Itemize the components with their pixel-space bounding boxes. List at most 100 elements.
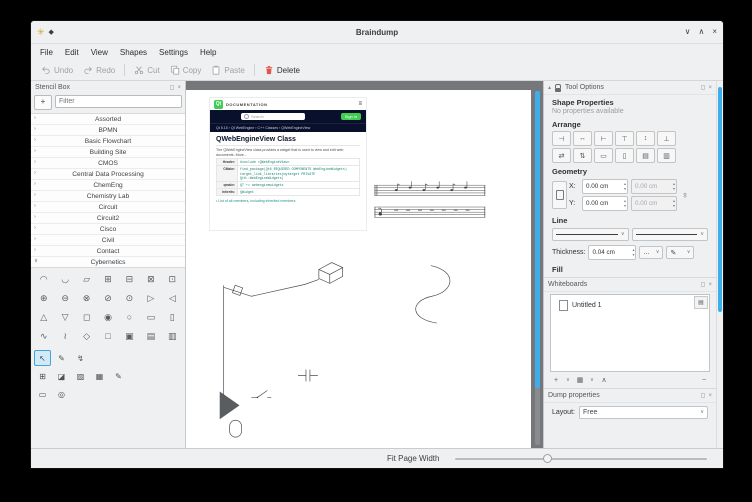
speaker-symbol[interactable] [220,391,240,419]
float-icon[interactable]: ◻ [701,85,706,91]
stencil-shape[interactable]: ▽ [54,308,75,326]
stencil-section-central-data-processing[interactable]: ›Central Data Processing [31,169,185,180]
capacitor-symbol[interactable] [298,370,318,382]
stencil-shape[interactable]: ⊙ [119,289,140,307]
tool-options-header[interactable]: ▴ Tool Options ◻ × [544,81,716,95]
box-3d-shape[interactable] [319,263,343,284]
panel-vertical-scrollbar[interactable] [716,81,723,448]
group-button[interactable]: ▭ [594,148,613,163]
line-cap-select[interactable]: ✎ ∨ [666,246,694,259]
sine-curve-shape[interactable] [416,266,450,324]
stencil-shape[interactable]: ▤ [140,327,161,345]
stencil-shape[interactable]: □ [97,327,118,345]
stencil-shape[interactable]: ⊟ [119,270,140,288]
paste-button[interactable]: Paste [207,63,248,77]
stencil-section-contact[interactable]: ›Contact [31,246,185,257]
pencil-tool[interactable]: ✎ [110,368,127,384]
move-up-button[interactable]: ∧ [600,376,608,384]
stencil-section-circuit2[interactable]: ›Circuit2 [31,213,185,224]
maximize-button[interactable]: ∧ [698,28,704,36]
undo-button[interactable]: Undo [37,63,77,77]
grid-tool[interactable]: ⊞ [34,368,51,384]
close-icon[interactable]: × [708,282,712,288]
eraser-tool[interactable]: ◪ [53,368,70,384]
gradient-tool[interactable]: ▨ [72,368,89,384]
add-stencil-button[interactable]: + [34,95,52,110]
stencil-section-civil[interactable]: ›Civil [31,235,185,246]
stencil-shape[interactable]: ≀ [54,327,75,345]
lock-icon[interactable] [554,84,562,92]
dock-up-icon[interactable]: ▴ [548,85,551,91]
select-tool[interactable]: ↖ [34,350,51,366]
filter-input[interactable] [55,95,182,108]
stencil-shape[interactable]: ⊘ [97,289,118,307]
add-whiteboard-button[interactable]: + [552,377,560,384]
stencil-shape[interactable]: ⊗ [76,289,97,307]
canvas-vertical-scrollbar[interactable] [535,91,540,445]
align-center-h-button[interactable]: ↔ [573,131,592,146]
redo-button[interactable]: Redo [79,63,119,77]
stencil-section-bpmn[interactable]: ›BPMN [31,125,185,136]
ungroup-button[interactable]: ▯ [615,148,634,163]
distribute-h-button[interactable]: ⇄ [552,148,571,163]
stencil-section-circuit[interactable]: ›Circuit [31,202,185,213]
line-end-style-select[interactable]: ∨ [632,228,709,241]
float-icon[interactable]: ◻ [170,85,175,91]
stencil-shape[interactable]: ○ [119,308,140,326]
cut-button[interactable]: Cut [130,63,163,77]
align-bottom-button[interactable]: ⊥ [657,131,676,146]
dump-properties-header[interactable]: Dump properties ◻ × [544,388,716,403]
stencil-shape[interactable]: ◁ [162,289,183,307]
menu-help[interactable]: Help [195,47,221,58]
stencil-section-cisco[interactable]: ›Cisco [31,224,185,235]
minimize-button[interactable]: ∨ [685,28,691,36]
thickness-input[interactable]: ▴▾ [588,245,636,260]
whiteboard-page[interactable]: Qt DOCUMENTATION ≡ Search Sign in Qt 5.1… [186,90,531,448]
stencil-box-header[interactable]: Stencil Box ◻ × [31,81,185,94]
stencil-section-building-site[interactable]: ›Building Site [31,147,185,158]
align-right-button[interactable]: ⊢ [594,131,613,146]
spinner-arrows[interactable]: ▴▾ [624,197,626,210]
x-position-input[interactable]: ▴▾ [582,179,628,194]
stencil-shape[interactable]: ⊠ [140,270,161,288]
spinner-arrows[interactable]: ▴▾ [624,180,626,193]
remove-whiteboard-button[interactable]: − [700,377,708,384]
copy-button[interactable]: Copy [166,63,206,77]
align-middle-button[interactable]: ↕ [636,131,655,146]
add-options-caret[interactable]: ∨ [564,378,572,383]
list-view-button[interactable]: ▤ [694,296,708,309]
stencil-shape[interactable]: ▭ [140,308,161,326]
freehand-tool[interactable]: ✎ [53,350,70,366]
align-left-button[interactable]: ⊣ [552,131,571,146]
close-icon[interactable]: × [177,85,181,91]
line-start-style-select[interactable]: ∨ [552,228,629,241]
stencil-section-chemeng[interactable]: ›ChemEng [31,180,185,191]
y-value[interactable] [583,200,627,207]
pin-icon[interactable]: ◆ [49,29,54,36]
stencil-shape[interactable]: ▥ [162,327,183,345]
bring-front-button[interactable]: ▤ [636,148,655,163]
layout-select[interactable]: Free ∨ [579,406,708,419]
stencil-shape[interactable]: ⊖ [54,289,75,307]
stencil-shape[interactable]: ▷ [140,289,161,307]
stencil-section-cmos[interactable]: ›CMOS [31,158,185,169]
stencil-section-basic-flowchart[interactable]: ›Basic Flowchart [31,136,185,147]
capsule-symbol[interactable] [230,420,242,437]
stencil-shape[interactable]: ◉ [97,308,118,326]
dash-pattern-select[interactable]: ... ∨ [639,246,663,259]
pattern-tool[interactable]: ▦ [91,368,108,384]
stencil-shape[interactable]: ⊡ [162,270,183,288]
delete-button[interactable]: Delete [260,63,304,77]
zoom-slider[interactable] [455,458,707,460]
titlebar[interactable]: ✳ ◆ Braindump ∨ ∧ × [31,21,723,44]
position-anchor-widget[interactable] [552,181,567,209]
close-button[interactable]: × [712,28,717,36]
menu-shapes[interactable]: Shapes [115,47,152,58]
stencil-shape[interactable]: ⊞ [97,270,118,288]
stencil-shape[interactable]: ◡ [54,270,75,288]
stencil-shape[interactable]: ⊕ [33,289,54,307]
switch-symbol[interactable] [251,390,271,397]
circuit-sketch-shape[interactable] [220,279,319,437]
canvas-scrollbar-thumb[interactable] [535,91,540,388]
stencil-shape[interactable]: ◠ [33,270,54,288]
